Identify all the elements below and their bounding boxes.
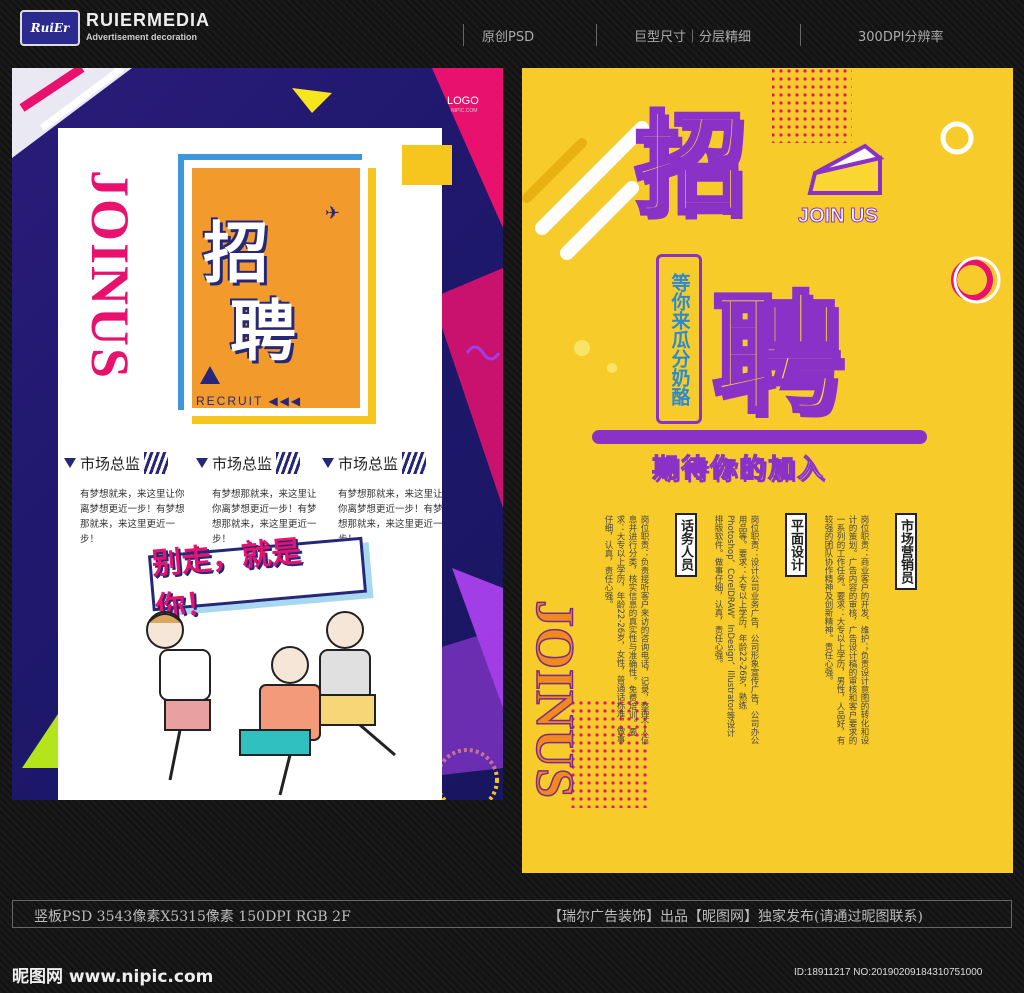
logo-text: LOGO <box>447 95 479 107</box>
site-watermark: 昵图网 www.nipic.com <box>12 967 214 987</box>
triangle-icon <box>200 366 220 384</box>
canvas: RuiEr RUIERMEDIA Advertisement decoratio… <box>0 0 1024 993</box>
job-title: 市场总监 <box>212 454 273 473</box>
people-illustration <box>146 611 396 796</box>
job-tab: 市场总监 <box>322 450 427 476</box>
vertical-slogan: 等你来瓜分奶酪 <box>656 254 702 424</box>
stripes-decoration <box>402 452 427 474</box>
title-pin: 聘 <box>230 293 296 370</box>
job-title: 市场总监 <box>338 454 399 473</box>
paper-plane-icon: ✈ <box>325 203 341 224</box>
triangle-marker-icon <box>64 458 76 468</box>
position-title: 话务人员 <box>675 513 697 577</box>
publisher-note: 【瑞尔广告装饰】出品【昵图网】独家发布(请通过昵图联系) <box>548 909 923 925</box>
brand-subtitle: Advertisement decoration <box>86 32 198 42</box>
position-body: 岗位职责：商业客户的开发、维护；负责设计意图的转化和设计的策划。广告内容的审核，… <box>823 515 869 745</box>
header-divider <box>463 24 464 46</box>
job-title: 市场总监 <box>80 454 141 473</box>
side-joinus-text: JOINUS <box>524 599 586 799</box>
header-item-dpi: 300DPI分辨率 <box>858 30 944 45</box>
brand-logo: RuiEr <box>20 10 80 46</box>
image-id: ID:18911217 NO:20190209184310751000 <box>794 967 983 978</box>
position-title: 市场营销员 <box>895 513 917 590</box>
recruit-label: RECRUIT ◀◀◀ <box>196 394 303 408</box>
title-pin: 聘 <box>710 277 844 433</box>
purple-bar <box>592 430 927 444</box>
header-divider <box>800 24 801 46</box>
job-tab: 市场总监 <box>196 450 301 476</box>
yellow-square <box>402 145 452 185</box>
header-item-size: 巨型尺寸｜分层精细 <box>634 30 752 45</box>
file-specs: 竖板PSD 3543像素X5315像素 150DPI RGB 2F <box>34 909 351 925</box>
position-body: 岗位职责：负责接听客户来访的咨询电话，记录，整理个人信息并进行分类，核实信息的真… <box>603 515 649 745</box>
brand-name: RUIERMEDIA <box>86 10 211 30</box>
stripes-decoration <box>144 452 169 474</box>
tagline: 期待你的加入 <box>651 454 827 485</box>
logo-subtext: NIPIC.COM <box>451 108 478 114</box>
side-joinus-text: JOINUS <box>80 169 140 381</box>
slogan-banner: 别走，就是你！ <box>147 534 368 626</box>
triangle-marker-icon <box>322 458 334 468</box>
header-item-psd: 原创PSD <box>482 30 535 45</box>
join-us-label: JOIN US <box>797 205 879 228</box>
job-tab: 市场总监 <box>64 450 169 476</box>
cheese-icon <box>807 143 885 195</box>
triangle-marker-icon <box>196 458 208 468</box>
title-zhao: 招 <box>633 99 747 231</box>
position-body: 岗位职责：设计公司业务广告，公司形象宣传广告，公司办公用品等。要求：大专以上学历… <box>713 515 759 745</box>
header-divider <box>596 24 597 46</box>
stripes-decoration <box>276 452 301 474</box>
position-title: 平面设计 <box>785 513 807 577</box>
